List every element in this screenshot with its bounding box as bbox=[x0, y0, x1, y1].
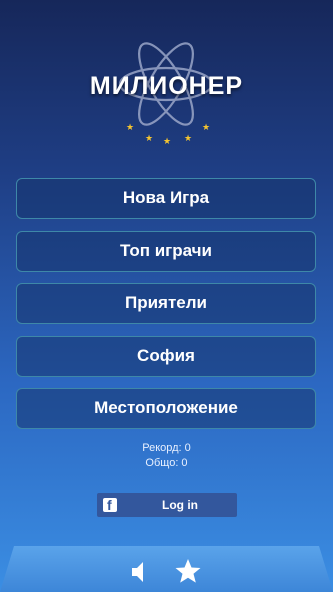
new-game-button[interactable]: Нова Игра bbox=[16, 178, 316, 219]
stats: Рекорд: 0 Общо: 0 bbox=[0, 441, 333, 471]
star-icon[interactable] bbox=[174, 557, 202, 585]
star-icon: ★ bbox=[126, 122, 135, 132]
star-icon: ★ bbox=[202, 122, 211, 132]
logo: МИЛИОНЕР ★ ★ ★ ★ ★ bbox=[0, 28, 333, 148]
record-text: Рекорд: 0 bbox=[142, 442, 191, 454]
facebook-icon: f bbox=[103, 497, 117, 513]
location-button[interactable]: Местоположение bbox=[16, 388, 316, 429]
facebook-login-label: Log in bbox=[162, 498, 198, 512]
app-title: МИЛИОНЕР bbox=[89, 72, 244, 100]
sound-icon[interactable] bbox=[126, 558, 154, 586]
bottom-bar bbox=[0, 546, 333, 592]
rating-stars: ★ ★ ★ ★ ★ bbox=[0, 120, 333, 146]
city-button[interactable]: София bbox=[16, 335, 316, 377]
main-menu: Нова Игра Топ играчи Приятели София Мест… bbox=[16, 178, 316, 441]
star-icon: ★ bbox=[184, 133, 193, 143]
total-text: Общо: 0 bbox=[145, 457, 188, 469]
friends-button[interactable]: Приятели bbox=[16, 283, 316, 324]
star-icon: ★ bbox=[163, 136, 172, 146]
bottom-bar-background bbox=[0, 546, 333, 592]
top-players-button[interactable]: Топ играчи bbox=[16, 230, 316, 272]
star-icon: ★ bbox=[145, 133, 154, 143]
facebook-login-button[interactable]: f Log in bbox=[97, 493, 237, 517]
